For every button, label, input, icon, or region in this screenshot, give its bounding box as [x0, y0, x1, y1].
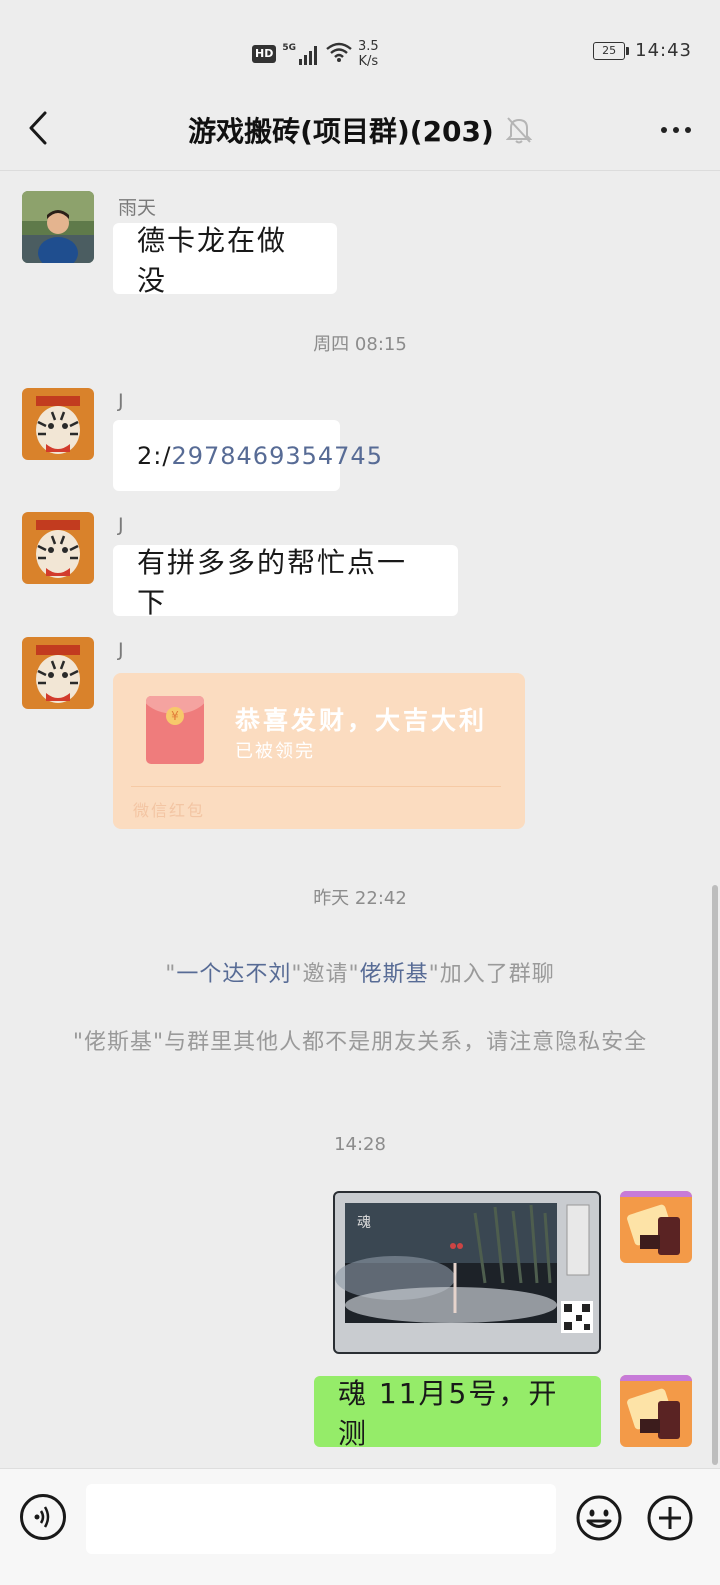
message-bubble[interactable]: 有拼多多的帮忙点一下 [113, 545, 458, 619]
battery-icon: 25 [593, 41, 630, 60]
svg-text:魂: 魂 [357, 1215, 371, 1231]
privacy-name: 佬斯基 [83, 1030, 153, 1055]
emoji-button[interactable] [575, 1494, 623, 1542]
invite-suffix: 加入了群聊 [439, 962, 555, 987]
privacy-text: 与群里其他人都不是朋友关系，请注意隐私安全 [164, 1030, 648, 1055]
voice-button[interactable] [20, 1494, 66, 1540]
status-bar: HD 5G 3.5 K/s 25 14:43 [0, 0, 720, 90]
plus-icon[interactable] [646, 1494, 694, 1542]
time-label: 周四 08:15 [313, 334, 407, 355]
page-title: 游戏搬砖(项目群)(203) [188, 115, 494, 148]
scrollbar[interactable] [712, 885, 718, 1465]
message-text: 魂 11月5号，开测 [338, 1376, 559, 1450]
self-avatar[interactable] [620, 1375, 692, 1447]
net-speed-unit: K/s [358, 54, 379, 69]
message-bubble[interactable]: 德卡龙在做没 [113, 223, 337, 297]
hd-badge: HD [252, 45, 277, 63]
divider [131, 786, 501, 787]
chat-header: 游戏搬砖(项目群)(203) [0, 90, 720, 171]
invitee-name[interactable]: 佬斯基 [360, 962, 429, 987]
title-group: 游戏搬砖(项目群)(203) [0, 90, 720, 170]
input-bar [0, 1468, 720, 1585]
sender-name: J [118, 639, 124, 661]
wifi-icon [326, 42, 352, 66]
red-packet-card[interactable]: ¥ 恭喜发财，大吉大利 已被领完 微信红包 [113, 673, 525, 829]
avatar[interactable] [22, 191, 94, 263]
inviter-name[interactable]: 一个达不刘 [176, 962, 291, 987]
time-label: 昨天 22:42 [313, 888, 407, 909]
battery-level: 25 [602, 43, 617, 57]
status-time: 14:43 [635, 40, 692, 61]
self-avatar[interactable] [620, 1191, 692, 1263]
bell-off-icon [505, 117, 532, 144]
more-dots-icon[interactable] [661, 127, 667, 133]
signal-icon: 5G [282, 43, 320, 65]
signal-type: 5G [282, 43, 296, 53]
sender-name: J [118, 390, 124, 412]
system-notice-privacy: "佬斯基"与群里其他人都不是朋友关系，请注意隐私安全 [72, 1030, 648, 1055]
network-indicators: HD 5G 3.5 K/s [252, 36, 379, 72]
voice-icon[interactable] [23, 1497, 63, 1537]
status-right: 25 14:43 [593, 40, 692, 61]
message-bubble-self[interactable]: 魂 11月5号，开测 [314, 1376, 601, 1450]
red-packet-title: 恭喜发财，大吉大利 [235, 706, 488, 735]
emoji-icon[interactable] [575, 1494, 623, 1542]
time-label: 14:28 [334, 1134, 386, 1155]
plus-button[interactable] [646, 1494, 694, 1542]
more-dot [673, 127, 679, 133]
message-link[interactable]: 2978469354745 [171, 442, 383, 470]
coin-icon: ¥ [166, 707, 184, 725]
sender-name: J [118, 514, 124, 536]
message-input[interactable] [86, 1484, 556, 1554]
network-speed: 3.5 K/s [358, 39, 379, 69]
avatar[interactable] [22, 512, 94, 584]
avatar[interactable] [22, 637, 94, 709]
message-text: 德卡龙在做没 [137, 223, 288, 297]
message-text-prefix: 2:/ [137, 441, 172, 470]
red-packet-icon: ¥ [146, 696, 204, 764]
message-text: 有拼多多的帮忙点一下 [137, 545, 408, 619]
avatar[interactable] [22, 388, 94, 460]
system-notice-invite: "一个达不刘"邀请"佬斯基"加入了群聊 [165, 962, 555, 987]
more-button[interactable] [654, 112, 698, 148]
more-dot [685, 127, 691, 133]
red-packet-footer: 微信红包 [133, 801, 206, 820]
red-packet-status: 已被领完 [235, 741, 315, 762]
sender-name: 雨天 [118, 197, 157, 219]
image-message[interactable]: 魂 [333, 1191, 601, 1354]
net-speed-value: 3.5 [358, 39, 379, 54]
message-bubble[interactable]: 2:/2978469354745 [113, 420, 382, 491]
invite-verb: 邀请 [302, 962, 349, 987]
